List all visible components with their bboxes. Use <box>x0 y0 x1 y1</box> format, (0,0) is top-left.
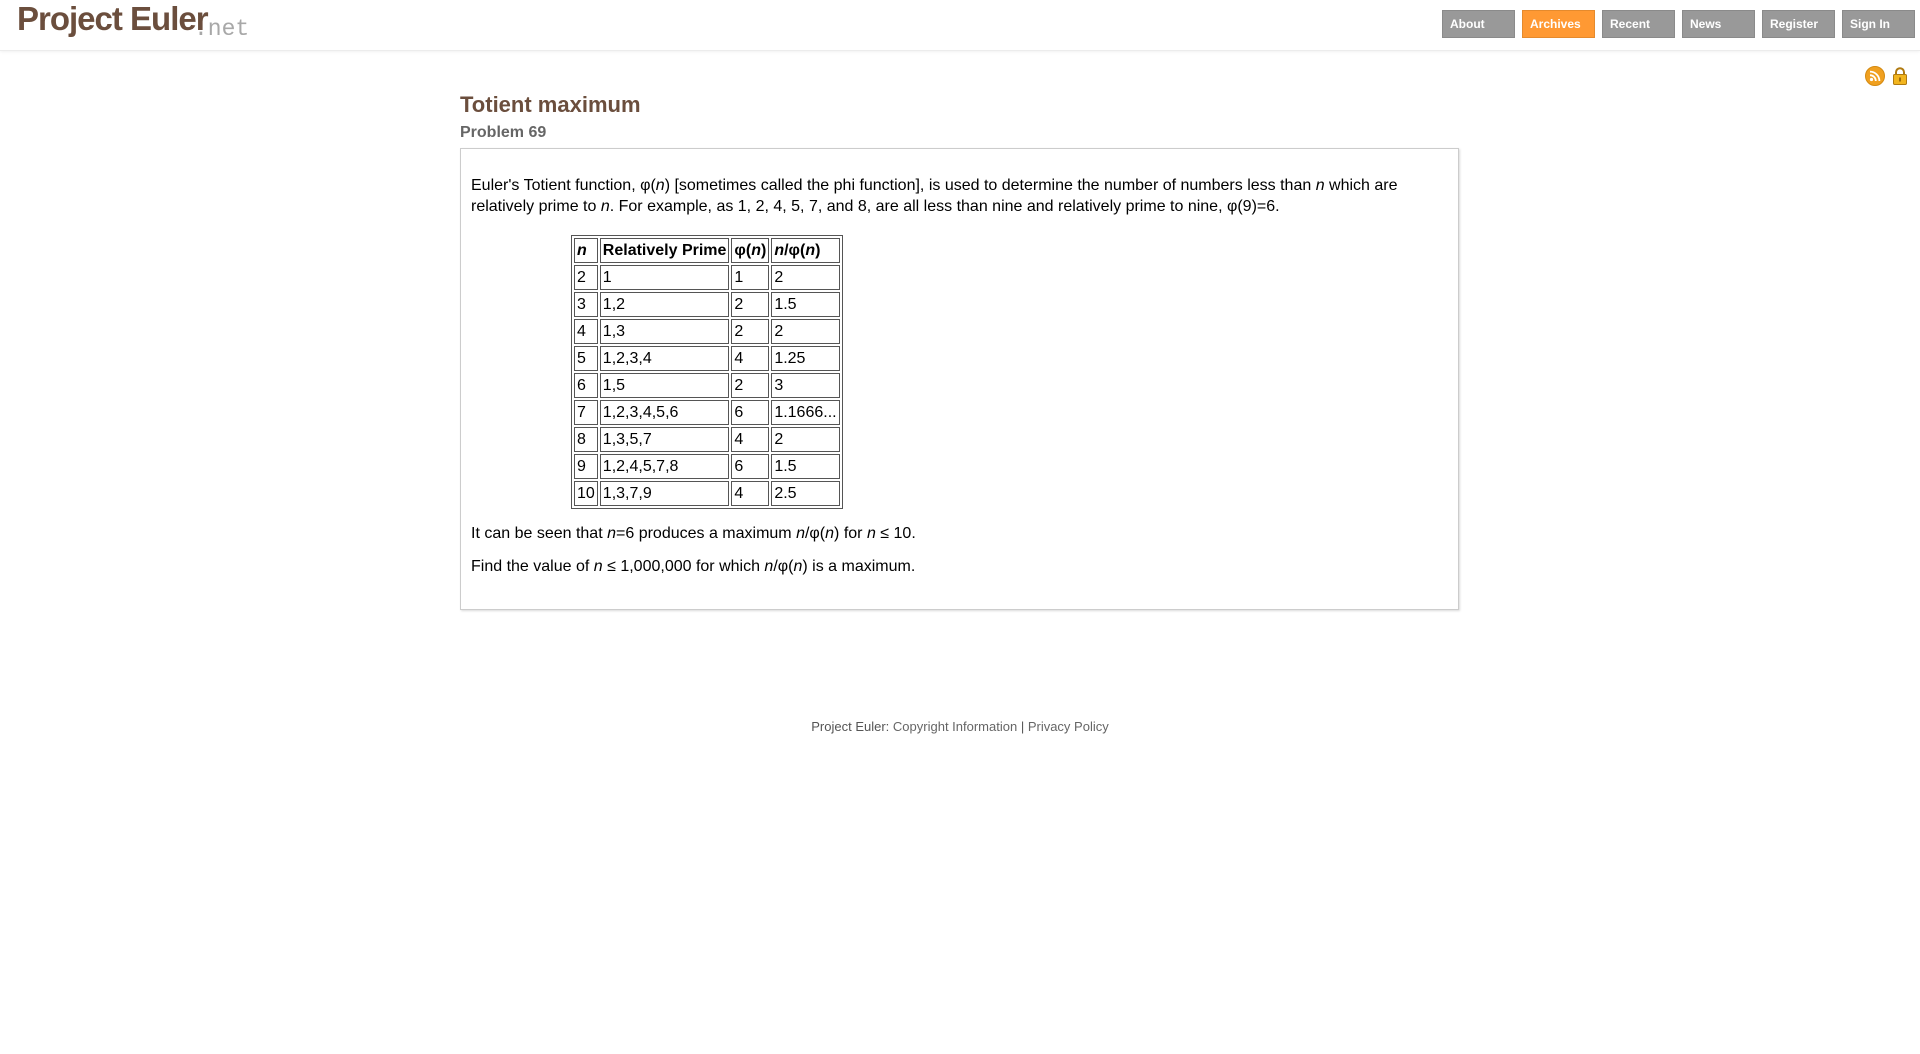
cell-phi: 6 <box>731 400 770 425</box>
rss-icon[interactable] <box>1865 66 1885 86</box>
main-content: Totient maximum Problem 69 Euler's Totie… <box>460 91 1459 610</box>
cell-ratio: 1.1666... <box>771 400 840 425</box>
cell-relatively-prime: 1,3 <box>599 319 730 344</box>
cell-ratio: 1.5 <box>771 454 840 479</box>
cell-n: 3 <box>574 292 598 317</box>
info-icons <box>1865 66 1910 86</box>
cell-ratio: 2 <box>771 265 840 290</box>
site-header: Project Euler .net About Archives Recent… <box>0 0 1920 51</box>
problem-title: Totient maximum <box>460 92 641 117</box>
logo-suffix-text: .net <box>194 16 250 42</box>
cell-phi: 4 <box>731 427 770 452</box>
header-phi: φ(n) <box>731 238 770 263</box>
table-row: 10 1,3,7,9 4 2.5 <box>574 481 840 506</box>
header-n: n <box>574 238 598 263</box>
cell-n: 2 <box>574 265 598 290</box>
cell-n: 9 <box>574 454 598 479</box>
problem-question: Find the value of n ≤ 1,000,000 for whic… <box>471 558 916 575</box>
table-row: 5 1,2,3,4 4 1.25 <box>574 346 840 371</box>
privacy-policy-link[interactable]: Privacy Policy <box>1028 719 1109 734</box>
nav-recent[interactable]: Recent <box>1602 10 1675 38</box>
cell-ratio: 2.5 <box>771 481 840 506</box>
cell-phi: 2 <box>731 373 770 398</box>
cell-ratio: 2 <box>771 427 840 452</box>
table-row: 4 1,3 2 2 <box>574 319 840 344</box>
table-row: 7 1,2,3,4,5,6 6 1.1666... <box>574 400 840 425</box>
table-row: 2112 <box>574 265 840 290</box>
cell-phi: 2 <box>731 292 770 317</box>
lock-icon[interactable] <box>1890 66 1910 86</box>
footer-separator: | <box>1017 719 1028 734</box>
table-row: 3 1,2 2 1.5 <box>574 292 840 317</box>
problem-observation: It can be seen that n=6 produces a maxim… <box>471 525 916 542</box>
cell-ratio: 1.5 <box>771 292 840 317</box>
cell-relatively-prime: 1,2,4,5,7,8 <box>599 454 730 479</box>
cell-relatively-prime: 1,2 <box>599 292 730 317</box>
problem-intro: Euler's Totient function, φ(n) [sometime… <box>471 177 1398 215</box>
nav-archives[interactable]: Archives <box>1522 10 1595 38</box>
header-relatively-prime: Relatively Prime <box>599 238 730 263</box>
nav-news[interactable]: News <box>1682 10 1755 38</box>
cell-relatively-prime: 1,2,3,4,5,6 <box>599 400 730 425</box>
cell-phi: 1 <box>731 265 770 290</box>
cell-n: 6 <box>574 373 598 398</box>
cell-relatively-prime: 1,3,7,9 <box>599 481 730 506</box>
cell-n: 8 <box>574 427 598 452</box>
main-nav: About Archives Recent News Register Sign… <box>1442 10 1915 38</box>
cell-n: 10 <box>574 481 598 506</box>
cell-relatively-prime: 1,3,5,7 <box>599 427 730 452</box>
table-header-row: n Relatively Prime φ(n) n/φ(n) <box>574 238 840 263</box>
cell-relatively-prime: 1,5 <box>599 373 730 398</box>
cell-relatively-prime: 1,2,3,4 <box>599 346 730 371</box>
cell-phi: 4 <box>731 346 770 371</box>
copyright-link[interactable]: Copyright Information <box>893 719 1017 734</box>
cell-phi: 4 <box>731 481 770 506</box>
cell-phi: 6 <box>731 454 770 479</box>
footer-prefix: Project Euler: <box>811 719 893 734</box>
header-ratio: n/φ(n) <box>771 238 840 263</box>
nav-register[interactable]: Register <box>1762 10 1835 38</box>
table-row: 9 1,2,4,5,7,8 6 1.5 <box>574 454 840 479</box>
nav-sign-in[interactable]: Sign In <box>1842 10 1915 38</box>
cell-ratio: 1.25 <box>771 346 840 371</box>
logo-main-text: Project Euler <box>17 0 209 37</box>
cell-n: 4 <box>574 319 598 344</box>
totient-table: n Relatively Prime φ(n) n/φ(n) 2112 3 1,2… <box>571 235 843 509</box>
table-row: 8 1,3,5,7 4 2 <box>574 427 840 452</box>
problem-number: Problem 69 <box>460 124 547 141</box>
cell-n: 5 <box>574 346 598 371</box>
table-row: 6 1,5 2 3 <box>574 373 840 398</box>
cell-n: 7 <box>574 400 598 425</box>
cell-ratio: 2 <box>771 319 840 344</box>
nav-about[interactable]: About <box>1442 10 1515 38</box>
cell-relatively-prime: 1 <box>599 265 730 290</box>
cell-ratio: 3 <box>771 373 840 398</box>
problem-content: Euler's Totient function, φ(n) [sometime… <box>460 148 1459 610</box>
site-footer: Project Euler: Copyright Information | P… <box>0 719 1920 734</box>
cell-phi: 2 <box>731 319 770 344</box>
